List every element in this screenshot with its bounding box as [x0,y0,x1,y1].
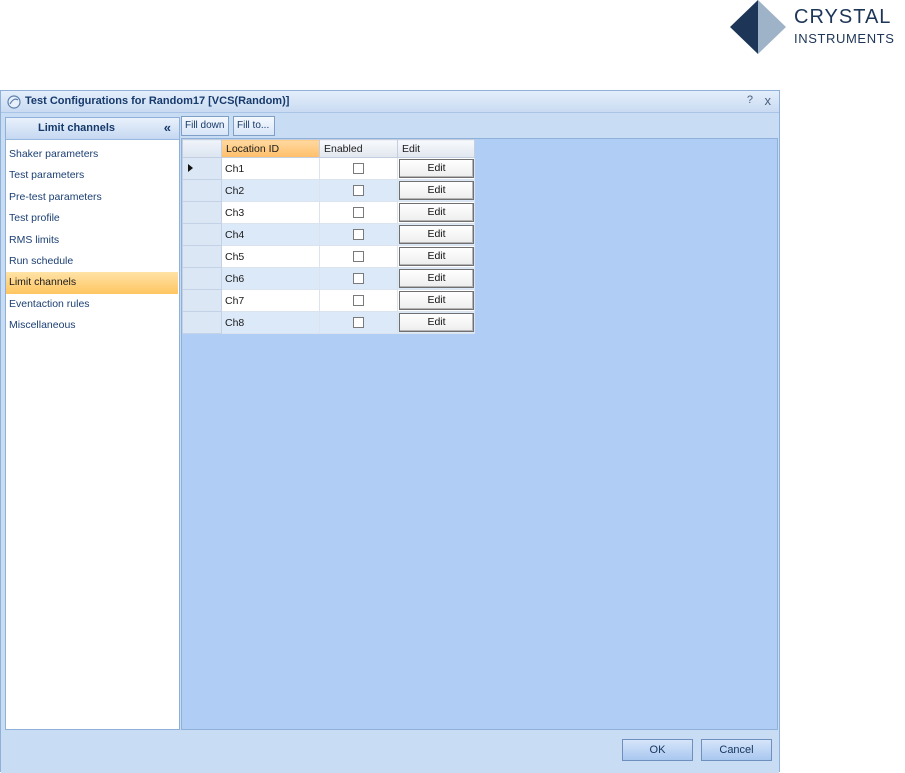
edit-button[interactable]: Edit [399,269,474,288]
location-id-cell[interactable]: Ch1 [221,157,320,180]
table-row[interactable]: Ch2 Edit [182,179,475,202]
ok-button[interactable]: OK [622,739,693,761]
select-all-corner[interactable] [182,139,222,158]
fill-to-button[interactable]: Fill to... [233,116,275,136]
navigation-list: Shaker parameters Test parameters Pre-te… [6,144,179,337]
table-row[interactable]: Ch6 Edit [182,267,475,290]
location-id-cell[interactable]: Ch4 [221,223,320,246]
navigation-panel-title: Limit channels [38,122,116,134]
table-row[interactable]: Ch7 Edit [182,289,475,312]
nav-item-pre-test-parameters[interactable]: Pre-test parameters [6,187,179,208]
nav-item-test-parameters[interactable]: Test parameters [6,165,179,186]
table-row[interactable]: Ch1 Edit [182,157,475,180]
nav-item-run-schedule[interactable]: Run schedule [6,251,179,272]
edit-button[interactable]: Edit [399,203,474,222]
table-row[interactable]: Ch3 Edit [182,201,475,224]
location-id-cell[interactable]: Ch3 [221,201,320,224]
collapse-panel-button[interactable]: « [164,120,171,135]
limit-channels-grid-area: Location ID Enabled Edit Ch1 Edit Ch2 Ed… [181,138,778,730]
edit-button[interactable]: Edit [399,181,474,200]
edit-button[interactable]: Edit [399,291,474,310]
edit-button[interactable]: Edit [399,225,474,244]
enabled-checkbox[interactable] [353,251,364,263]
enabled-checkbox[interactable] [353,163,364,175]
logo-word-crystal: CRYSTAL [794,6,892,28]
row-selector-current-icon[interactable] [182,157,222,180]
logo-diamond-icon [730,0,786,54]
enabled-checkbox[interactable] [353,207,364,219]
fill-down-button[interactable]: Fill down [181,116,229,136]
location-id-cell[interactable]: Ch6 [221,267,320,290]
enabled-checkbox[interactable] [353,317,364,329]
enabled-checkbox[interactable] [353,273,364,285]
row-selector[interactable] [182,311,222,334]
nav-item-rms-limits[interactable]: RMS limits [6,230,179,251]
crystal-instruments-logo: CRYSTAL INSTRUMENTS [730,0,905,54]
row-selector[interactable] [182,179,222,202]
dialog-footer: OK Cancel [1,731,779,773]
location-id-cell[interactable]: Ch7 [221,289,320,312]
help-icon[interactable]: ? [747,94,753,106]
window-title: Test Configurations for Random17 [VCS(Ra… [25,95,290,107]
row-selector[interactable] [182,223,222,246]
nav-item-miscellaneous[interactable]: Miscellaneous [6,315,179,336]
limit-channels-grid: Location ID Enabled Edit Ch1 Edit Ch2 Ed… [182,139,475,334]
table-row[interactable]: Ch8 Edit [182,311,475,334]
nav-item-eventaction-rules[interactable]: Eventaction rules [6,294,179,315]
logo-word-instruments: INSTRUMENTS [794,31,895,46]
edit-button[interactable]: Edit [399,159,474,178]
enabled-checkbox[interactable] [353,229,364,241]
row-selector[interactable] [182,267,222,290]
edit-button[interactable]: Edit [399,247,474,266]
close-icon[interactable]: x [765,93,772,108]
navigation-panel: Limit channels « Shaker parameters Test … [5,117,180,730]
grid-header-row: Location ID Enabled Edit [182,139,475,158]
edit-button[interactable]: Edit [399,313,474,332]
location-id-cell[interactable]: Ch5 [221,245,320,268]
row-selector[interactable] [182,289,222,312]
row-selector[interactable] [182,201,222,224]
nav-item-test-profile[interactable]: Test profile [6,208,179,229]
location-id-cell[interactable]: Ch2 [221,179,320,202]
table-row[interactable]: Ch4 Edit [182,223,475,246]
column-header-location-id[interactable]: Location ID [221,139,320,158]
location-id-cell[interactable]: Ch8 [221,311,320,334]
nav-item-shaker-parameters[interactable]: Shaker parameters [6,144,179,165]
window-titlebar[interactable]: Test Configurations for Random17 [VCS(Ra… [1,91,779,113]
navigation-panel-header: Limit channels « [6,118,179,140]
row-selector[interactable] [182,245,222,268]
app-icon [7,95,21,109]
nav-item-limit-channels[interactable]: Limit channels [6,272,178,294]
column-header-edit[interactable]: Edit [397,139,475,158]
cancel-button[interactable]: Cancel [701,739,772,761]
column-header-enabled[interactable]: Enabled [319,139,398,158]
table-row[interactable]: Ch5 Edit [182,245,475,268]
test-configurations-window: Test Configurations for Random17 [VCS(Ra… [0,90,780,773]
enabled-checkbox[interactable] [353,295,364,307]
enabled-checkbox[interactable] [353,185,364,197]
